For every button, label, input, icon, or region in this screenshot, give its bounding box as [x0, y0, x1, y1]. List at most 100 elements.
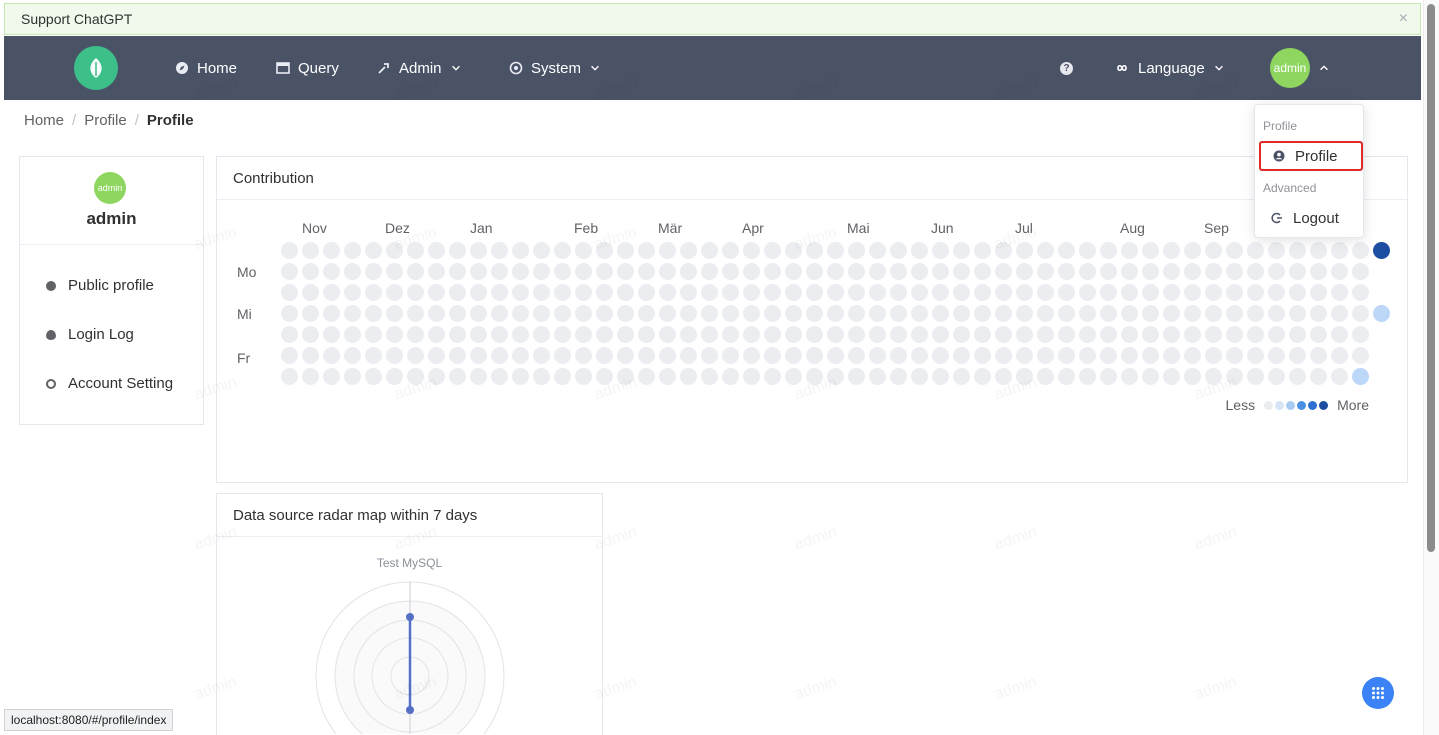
heatmap-cell[interactable]	[974, 242, 991, 259]
heatmap-cell[interactable]	[554, 242, 571, 259]
heatmap-cell[interactable]	[785, 284, 802, 301]
heatmap-cell[interactable]	[995, 305, 1012, 322]
heatmap-cell[interactable]	[428, 242, 445, 259]
heatmap-cell[interactable]	[743, 305, 760, 322]
heatmap-cell[interactable]	[533, 305, 550, 322]
heatmap-cell[interactable]	[1079, 263, 1096, 280]
heatmap-cell[interactable]	[659, 326, 676, 343]
heatmap-cell[interactable]	[596, 347, 613, 364]
heatmap-cell[interactable]	[680, 368, 697, 385]
heatmap-cell[interactable]	[995, 284, 1012, 301]
heatmap-cell[interactable]	[407, 368, 424, 385]
heatmap-cell[interactable]	[764, 263, 781, 280]
heatmap-cell[interactable]	[890, 242, 907, 259]
nav-admin[interactable]: Admin	[377, 36, 462, 100]
heatmap-cell[interactable]	[365, 368, 382, 385]
heatmap-cell[interactable]	[281, 305, 298, 322]
heatmap-cell[interactable]	[449, 368, 466, 385]
heatmap-cell[interactable]	[995, 263, 1012, 280]
heatmap-cell[interactable]	[932, 284, 949, 301]
heatmap-cell[interactable]	[1289, 263, 1306, 280]
heatmap-cell[interactable]	[1352, 284, 1369, 301]
heatmap-cell[interactable]	[701, 347, 718, 364]
heatmap-cell[interactable]	[995, 326, 1012, 343]
heatmap-cell[interactable]	[722, 326, 739, 343]
heatmap-cell[interactable]	[890, 347, 907, 364]
heatmap-cell[interactable]	[512, 347, 529, 364]
heatmap-cell[interactable]	[449, 263, 466, 280]
heatmap-cell[interactable]	[1289, 368, 1306, 385]
heatmap-cell[interactable]	[1205, 284, 1222, 301]
heatmap-cell[interactable]	[575, 347, 592, 364]
heatmap-cell[interactable]	[953, 368, 970, 385]
heatmap-cell[interactable]	[1142, 284, 1159, 301]
heatmap-cell[interactable]	[680, 305, 697, 322]
heatmap-cell[interactable]	[575, 368, 592, 385]
heatmap-cell[interactable]	[806, 242, 823, 259]
heatmap-cell[interactable]	[1268, 263, 1285, 280]
heatmap-cell[interactable]	[806, 347, 823, 364]
heatmap-cell[interactable]	[596, 305, 613, 322]
heatmap-cell[interactable]	[1079, 368, 1096, 385]
heatmap-cell[interactable]	[365, 326, 382, 343]
menu-item-logout[interactable]: Logout	[1259, 203, 1363, 233]
heatmap-cell[interactable]	[1163, 305, 1180, 322]
heatmap-cell[interactable]	[1247, 284, 1264, 301]
heatmap-cell[interactable]	[344, 263, 361, 280]
heatmap-cell[interactable]	[680, 242, 697, 259]
heatmap-cell[interactable]	[386, 263, 403, 280]
heatmap-cell[interactable]	[659, 347, 676, 364]
heatmap-cell[interactable]	[470, 263, 487, 280]
heatmap-cell[interactable]	[1121, 242, 1138, 259]
heatmap-cell[interactable]	[302, 347, 319, 364]
heatmap-cell[interactable]	[659, 263, 676, 280]
heatmap-cell[interactable]	[827, 305, 844, 322]
heatmap-cell[interactable]	[638, 305, 655, 322]
heatmap-cell[interactable]	[1058, 326, 1075, 343]
heatmap-cell[interactable]	[848, 263, 865, 280]
heatmap-cell[interactable]	[890, 368, 907, 385]
heatmap-cell[interactable]	[1247, 326, 1264, 343]
heatmap-cell[interactable]	[827, 368, 844, 385]
logo[interactable]	[74, 46, 118, 90]
heatmap-cell[interactable]	[428, 326, 445, 343]
heatmap-cell[interactable]	[1247, 305, 1264, 322]
heatmap-cell[interactable]	[1352, 242, 1369, 259]
heatmap-cell[interactable]	[995, 368, 1012, 385]
heatmap-cell[interactable]	[512, 326, 529, 343]
heatmap-cell[interactable]	[491, 347, 508, 364]
close-icon[interactable]: ×	[1399, 10, 1408, 28]
heatmap-cell[interactable]	[953, 326, 970, 343]
heatmap-cell[interactable]	[722, 368, 739, 385]
heatmap-cell[interactable]	[1016, 305, 1033, 322]
heatmap-cell[interactable]	[449, 242, 466, 259]
heatmap-cell[interactable]	[722, 242, 739, 259]
heatmap-cell[interactable]	[1142, 347, 1159, 364]
heatmap-cell[interactable]	[890, 284, 907, 301]
heatmap-cell[interactable]	[1058, 368, 1075, 385]
heatmap-cell[interactable]	[428, 347, 445, 364]
heatmap-cell[interactable]	[848, 326, 865, 343]
heatmap-cell[interactable]	[659, 284, 676, 301]
heatmap-cell[interactable]	[554, 284, 571, 301]
sidebar-item-account-setting[interactable]: Account Setting	[46, 375, 173, 392]
heatmap-cell[interactable]	[281, 326, 298, 343]
heatmap-cell[interactable]	[1037, 326, 1054, 343]
heatmap-cell[interactable]	[869, 284, 886, 301]
heatmap-cell[interactable]	[1037, 284, 1054, 301]
heatmap-cell[interactable]	[932, 263, 949, 280]
heatmap-cell[interactable]	[1121, 263, 1138, 280]
heatmap-cell[interactable]	[974, 347, 991, 364]
heatmap-cell[interactable]	[680, 347, 697, 364]
heatmap-cell[interactable]	[1079, 305, 1096, 322]
radar-point[interactable]	[406, 613, 414, 621]
heatmap-cell[interactable]	[302, 284, 319, 301]
heatmap-cell[interactable]	[638, 326, 655, 343]
heatmap-cell[interactable]	[1058, 347, 1075, 364]
heatmap-cell[interactable]	[953, 284, 970, 301]
heatmap-cell[interactable]	[1268, 284, 1285, 301]
heatmap-cell[interactable]	[1310, 305, 1327, 322]
heatmap-cell[interactable]	[932, 326, 949, 343]
heatmap-cell[interactable]	[1205, 305, 1222, 322]
heatmap-cell[interactable]	[449, 347, 466, 364]
